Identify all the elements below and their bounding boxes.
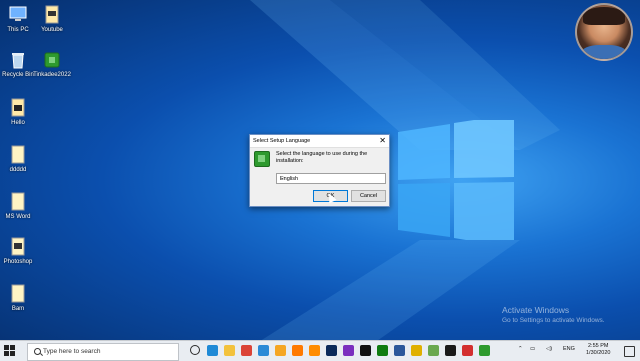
- dialog-message: Select the language to use during the in…: [276, 151, 368, 164]
- search-placeholder: Type here to search: [43, 348, 101, 355]
- app-icon[interactable]: [343, 345, 354, 356]
- app-icon[interactable]: [462, 345, 473, 356]
- file-icon: [43, 5, 61, 25]
- clock-date: 1/30/2020: [586, 350, 611, 356]
- desktop-icon-label: Hello: [11, 120, 25, 126]
- setup-icon: [43, 50, 61, 70]
- dialog-titlebar[interactable]: Select Setup Language ✕: [250, 135, 389, 148]
- terminal-icon[interactable]: [445, 345, 456, 356]
- setup-icon[interactable]: [479, 345, 490, 356]
- recycle-bin-icon: [9, 50, 27, 70]
- dialog-title: Select Setup Language: [253, 138, 311, 144]
- cancel-button[interactable]: Cancel: [351, 190, 386, 202]
- desktop-icon-bam[interactable]: Bam: [0, 284, 40, 313]
- desktop-icon-hello[interactable]: Hello: [0, 98, 40, 127]
- app-icon[interactable]: [292, 345, 303, 356]
- chrome-icon[interactable]: [241, 345, 252, 356]
- windows-logo: [398, 120, 514, 240]
- desktop-icon-ddddd[interactable]: ddddd: [0, 145, 40, 174]
- taskbar: Type here to search ⌃ ▭ ◁) ENG 2:55 PM 1…: [0, 340, 640, 361]
- notification-icon[interactable]: [624, 346, 635, 357]
- close-icon[interactable]: ✕: [379, 136, 386, 146]
- chevron-up-icon[interactable]: ⌃: [518, 346, 523, 352]
- file-icon: [9, 145, 27, 165]
- desktop-icon-label: Photoshop: [3, 259, 33, 265]
- search-icon: [34, 348, 41, 355]
- desktop-icon-label: Bam: [11, 306, 25, 312]
- desktop-icon-youtube[interactable]: Youtube: [30, 5, 74, 34]
- file-icon: [9, 192, 27, 212]
- network-icon[interactable]: ▭: [530, 346, 535, 352]
- volume-icon[interactable]: ◁): [546, 346, 552, 352]
- word-icon[interactable]: [394, 345, 405, 356]
- desktop-icon-ms-word[interactable]: MS Word: [0, 192, 40, 221]
- file-icon: [9, 237, 27, 257]
- file-icon: [9, 284, 27, 304]
- task-view-icon[interactable]: [190, 345, 200, 355]
- activate-windows-watermark: Activate Windows Go to Settings to activ…: [502, 305, 605, 324]
- desktop-icon-label: Youtube: [41, 27, 63, 33]
- app-icon[interactable]: [428, 345, 439, 356]
- photoshop-icon[interactable]: [326, 345, 337, 356]
- taskbar-search-box[interactable]: Type here to search: [27, 343, 179, 361]
- desktop-icon-photoshop[interactable]: Photoshop: [0, 237, 40, 266]
- app-icon[interactable]: [309, 345, 320, 356]
- desktop-icon-label: Tinkadee2022: [33, 72, 71, 78]
- select-setup-language-dialog: Select Setup Language ✕ Select the langu…: [249, 134, 390, 207]
- webcam-avatar: [575, 3, 633, 61]
- chevron-down-icon: ⌄: [280, 175, 286, 181]
- desktop-icon-label: MS Word: [5, 214, 31, 220]
- taskbar-clock[interactable]: 2:55 PM 1/30/2020: [586, 343, 610, 357]
- watermark-title: Activate Windows: [502, 305, 570, 315]
- app-icon[interactable]: [411, 345, 422, 356]
- clock-time: 2:55 PM: [587, 343, 609, 349]
- app-icon[interactable]: [360, 345, 371, 356]
- app-icon[interactable]: [275, 345, 286, 356]
- file-explorer-icon[interactable]: [224, 345, 235, 356]
- desktop-icon-setup[interactable]: Tinkadee2022: [30, 50, 74, 79]
- start-button[interactable]: [4, 345, 15, 356]
- desktop-icon-label: This PC: [7, 27, 29, 33]
- desktop-icon-label: ddddd: [9, 167, 27, 173]
- xbox-icon[interactable]: [377, 345, 388, 356]
- file-icon: [9, 98, 27, 118]
- computer-icon: [9, 5, 27, 25]
- language-select[interactable]: English ⌄: [276, 173, 386, 184]
- setup-icon: [254, 151, 270, 167]
- watermark-subtitle: Go to Settings to activate Windows.: [502, 317, 605, 324]
- edge-icon[interactable]: [207, 345, 218, 356]
- language-indicator[interactable]: ENG: [563, 346, 575, 352]
- app-icon[interactable]: [258, 345, 269, 356]
